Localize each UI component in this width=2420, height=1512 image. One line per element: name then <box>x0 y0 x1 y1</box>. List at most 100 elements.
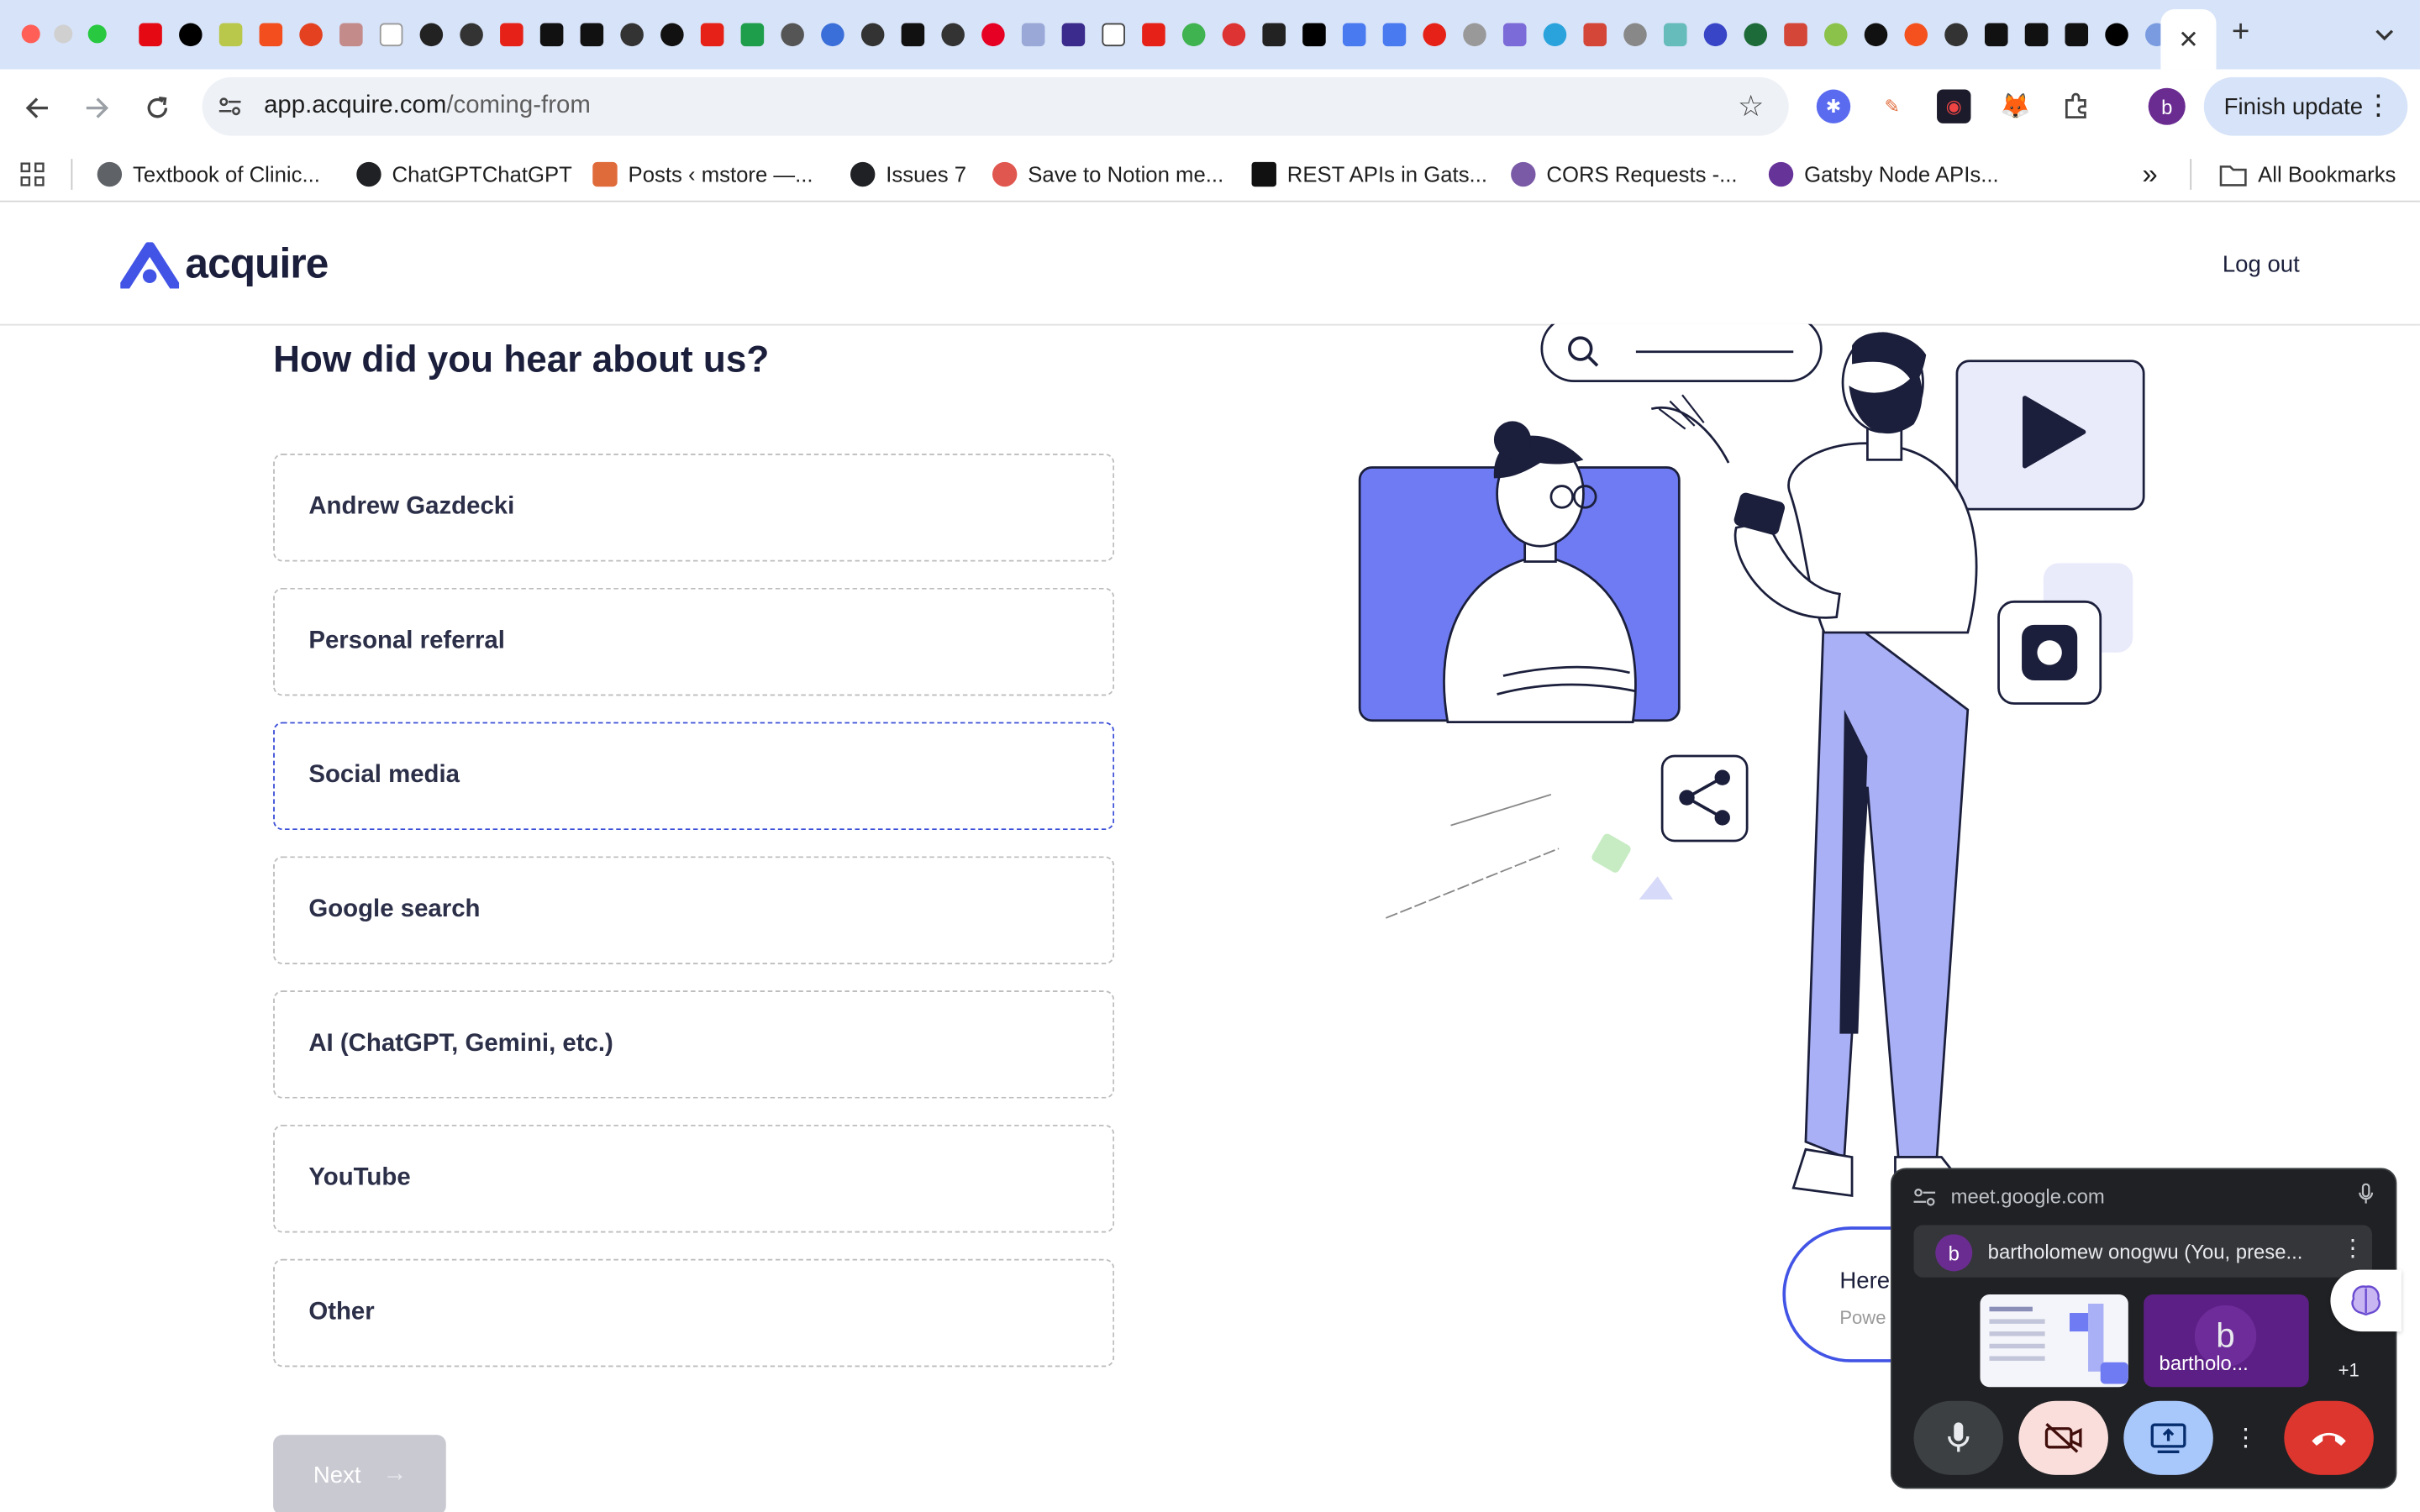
tab-favicon[interactable] <box>2096 17 2136 50</box>
new-tab-button[interactable]: + <box>2232 15 2249 50</box>
tab-favicon[interactable] <box>290 17 330 50</box>
tab-favicon[interactable] <box>1213 17 1254 50</box>
tab-favicon[interactable] <box>1895 17 1935 50</box>
meet-pip-window[interactable]: meet.google.com b bartholomew onogwu (Yo… <box>1890 1168 2397 1489</box>
tab-favicon[interactable] <box>1734 17 1775 50</box>
tab-search-button[interactable] <box>2361 13 2407 55</box>
logout-link[interactable]: Log out <box>2223 251 2300 277</box>
kebab-menu-icon[interactable]: ⋮ <box>2341 1234 2365 1262</box>
window-minimize-button[interactable] <box>54 24 73 44</box>
extensions-puzzle-icon[interactable] <box>2059 90 2092 123</box>
tab-favicon[interactable] <box>2055 17 2096 50</box>
tab-favicon[interactable] <box>1053 17 1093 50</box>
tab-favicon[interactable] <box>651 17 692 50</box>
tab-favicon[interactable] <box>1334 17 1374 50</box>
active-tab[interactable]: ✕ <box>2160 9 2217 70</box>
tab-favicon[interactable] <box>771 17 812 50</box>
tab-favicon[interactable] <box>1413 17 1454 50</box>
tab-favicon[interactable] <box>129 17 170 50</box>
bookmark-item[interactable]: Save to Notion me... <box>992 160 1223 188</box>
url-text[interactable]: app.acquire.com/coming-from <box>264 92 591 120</box>
present-screen-button[interactable] <box>2123 1400 2213 1475</box>
extension-icon[interactable]: ✱ <box>1816 89 1851 123</box>
tab-favicon[interactable] <box>1374 17 1414 50</box>
tab-favicon[interactable] <box>892 17 933 50</box>
more-options-button[interactable]: ⋮ <box>2228 1401 2262 1475</box>
tab-favicon[interactable] <box>1855 17 1896 50</box>
tab-favicon[interactable] <box>1935 17 1975 50</box>
tab-favicon[interactable] <box>611 17 651 50</box>
bookmark-item[interactable]: Gatsby Node APIs... <box>1768 160 1999 188</box>
acquire-logo[interactable]: acquire <box>120 241 329 289</box>
tab-favicon[interactable] <box>1133 17 1173 50</box>
option-youtube[interactable]: YouTube <box>273 1124 1115 1233</box>
tab-favicon[interactable] <box>170 17 210 50</box>
window-close-button[interactable] <box>21 24 40 44</box>
back-button[interactable] <box>17 88 57 129</box>
tab-favicon[interactable] <box>1092 17 1133 50</box>
tab-favicon[interactable] <box>571 17 612 50</box>
tab-favicon[interactable] <box>932 17 972 50</box>
more-participants-count[interactable]: +1 <box>2338 1359 2360 1381</box>
bookmark-item[interactable]: Issues 7 <box>850 160 966 188</box>
option-google-search[interactable]: Google search <box>273 856 1115 964</box>
tab-favicon[interactable] <box>2016 17 2056 50</box>
site-info-icon[interactable] <box>1913 1188 1936 1206</box>
window-zoom-button[interactable] <box>87 24 107 44</box>
tab-favicon[interactable] <box>1013 17 1053 50</box>
tab-favicon[interactable] <box>250 17 291 50</box>
tab-favicon[interactable] <box>1775 17 1815 50</box>
bookmark-item[interactable]: REST APIs in Gats... <box>1251 160 1487 188</box>
bookmark-star-icon[interactable]: ☆ <box>1738 90 1764 125</box>
option-andrew-gazdecki[interactable]: Andrew Gazdecki <box>273 453 1115 562</box>
tab-favicon[interactable] <box>732 17 772 50</box>
option-other[interactable]: Other <box>273 1258 1115 1368</box>
tab-favicon[interactable] <box>411 17 451 50</box>
microphone-button[interactable] <box>1913 1400 2004 1475</box>
end-call-button[interactable] <box>2284 1400 2374 1475</box>
tab-favicon[interactable] <box>491 17 531 50</box>
reload-button[interactable] <box>137 88 177 129</box>
metamask-extension-icon[interactable]: 🦊 <box>1999 90 2033 123</box>
tab-favicon[interactable] <box>1815 17 1855 50</box>
tab-favicon[interactable] <box>1173 17 1213 50</box>
tab-favicon[interactable] <box>1293 17 1334 50</box>
extension-icon[interactable]: ◉ <box>1937 89 1971 123</box>
tab-favicon[interactable] <box>692 17 732 50</box>
tab-favicon[interactable] <box>852 17 892 50</box>
tab-favicon[interactable] <box>1454 17 1494 50</box>
screen-share-thumbnail[interactable] <box>1980 1294 2128 1388</box>
tab-favicon[interactable] <box>1975 17 2016 50</box>
tab-favicon[interactable] <box>1574 17 1614 50</box>
forward-button[interactable] <box>77 88 118 129</box>
option-ai[interactable]: AI (ChatGPT, Gemini, etc.) <box>273 990 1115 1099</box>
bookmark-item[interactable]: Posts ‹ mstore —... <box>592 160 813 188</box>
participant-tile[interactable]: b bartholo... <box>2144 1294 2309 1388</box>
tab-favicon[interactable] <box>1494 17 1534 50</box>
site-info-icon[interactable] <box>218 94 242 118</box>
tab-favicon[interactable] <box>371 17 411 50</box>
tab-favicon[interactable] <box>1253 17 1293 50</box>
tab-favicon[interactable] <box>450 17 491 50</box>
brain-extension-badge[interactable] <box>2330 1269 2402 1332</box>
tab-favicon[interactable] <box>1695 17 1735 50</box>
bookmark-item[interactable]: ChatGPTChatGPT <box>356 160 572 188</box>
option-personal-referral[interactable]: Personal referral <box>273 587 1115 696</box>
tab-favicon[interactable] <box>972 17 1013 50</box>
bookmark-item[interactable]: Textbook of Clinic... <box>97 160 320 188</box>
tab-favicon[interactable] <box>1614 17 1655 50</box>
tab-favicon[interactable] <box>1655 17 1695 50</box>
tab-favicon[interactable] <box>531 17 571 50</box>
tab-favicon[interactable] <box>210 17 250 50</box>
address-bar[interactable]: app.acquire.com/coming-from ☆ <box>202 76 1789 136</box>
camera-toggle-button[interactable] <box>2018 1400 2108 1475</box>
option-social-media[interactable]: Social media <box>273 722 1115 831</box>
bookmarks-overflow-button[interactable]: » <box>2142 158 2157 189</box>
all-bookmarks-button[interactable]: All Bookmarks <box>2219 160 2396 188</box>
next-button[interactable]: Next → <box>273 1435 446 1512</box>
tab-favicon[interactable] <box>812 17 852 50</box>
profile-avatar[interactable]: b <box>2148 87 2186 125</box>
finish-update-button[interactable]: Finish update ⋮ <box>2203 76 2408 136</box>
close-icon[interactable]: ✕ <box>2178 24 2199 55</box>
tab-favicon[interactable] <box>1534 17 1575 50</box>
